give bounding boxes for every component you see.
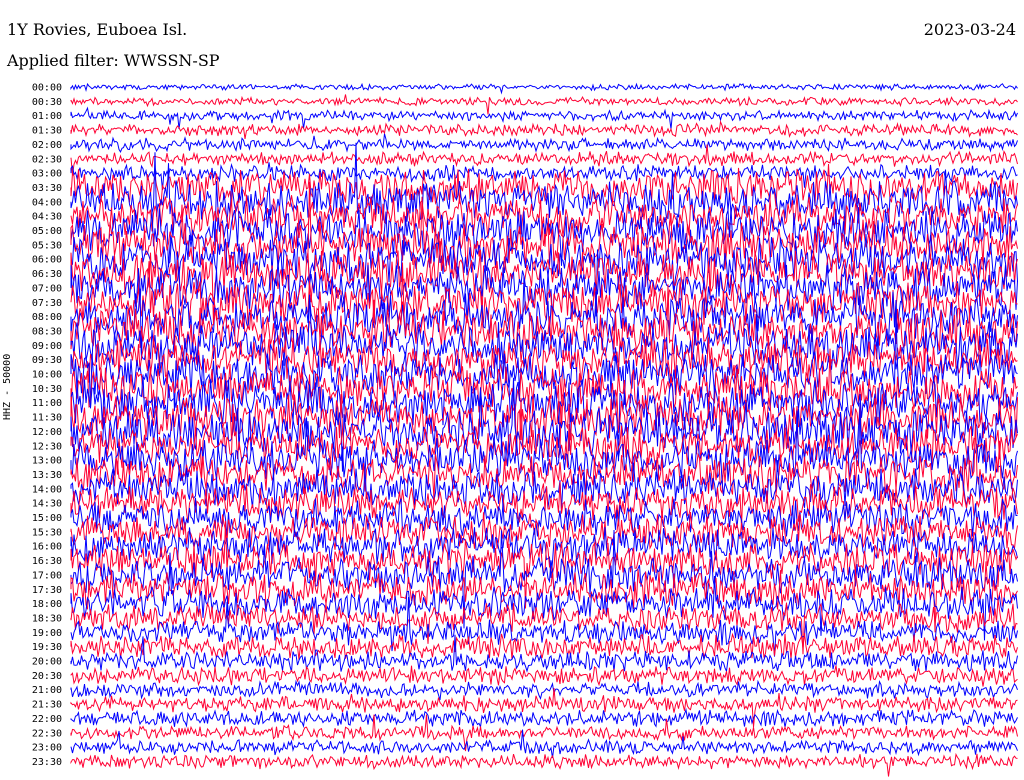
trace-row [70, 162, 1018, 191]
trace-row [70, 119, 1018, 139]
row-time-label: 21:30 [32, 700, 62, 711]
row-time-label: 00:00 [32, 83, 62, 94]
row-time-label: 17:30 [32, 585, 62, 596]
row-time-label: 09:30 [32, 355, 62, 366]
trace-row [70, 665, 1018, 687]
trace-row [70, 106, 1018, 130]
row-time-label: 21:00 [32, 685, 62, 696]
row-time-label: 20:30 [32, 671, 62, 682]
trace-row [70, 634, 1018, 674]
row-time-label: 19:30 [32, 642, 62, 653]
row-time-label: 18:30 [32, 613, 62, 624]
row-time-label: 11:30 [32, 413, 62, 424]
row-time-label: 07:30 [32, 298, 62, 309]
channel-label: HHZ - 50000 [2, 353, 13, 420]
station-title: 1Y Rovies, Euboea Isl. [7, 20, 188, 39]
row-time-label: 09:00 [32, 341, 62, 352]
row-time-label: 01:00 [32, 111, 62, 122]
row-time-label: 23:00 [32, 743, 62, 754]
row-time-label: 11:00 [32, 398, 62, 409]
row-time-label: 15:30 [32, 527, 62, 538]
row-time-label: 03:00 [32, 169, 62, 180]
trace-row [70, 729, 1018, 758]
row-time-label: 20:00 [32, 657, 62, 668]
trace-row [70, 133, 1018, 154]
row-time-label: 05:30 [32, 240, 62, 251]
row-time-label: 16:00 [32, 542, 62, 553]
filter-label: Applied filter: WWSSN-SP [7, 51, 220, 70]
row-time-label: 16:30 [32, 556, 62, 567]
row-time-label: 10:00 [32, 370, 62, 381]
row-time-label: 12:00 [32, 427, 62, 438]
row-time-label: 01:30 [32, 126, 62, 137]
trace-row [70, 82, 1018, 95]
row-time-label: 08:00 [32, 312, 62, 323]
row-time-label: 18:00 [32, 599, 62, 610]
row-time-label: 17:00 [32, 570, 62, 581]
row-time-label: 22:30 [32, 728, 62, 739]
row-time-label: 00:30 [32, 97, 62, 108]
row-time-label: 13:00 [32, 456, 62, 467]
row-time-label: 23:30 [32, 757, 62, 768]
trace-row [70, 752, 1018, 777]
trace-row [70, 94, 1018, 115]
helicorder-plot: 00:00 00:30 01:00 01:30 02:00 02:30 03:00 03:30… [32, 82, 1018, 777]
row-time-label: 14:30 [32, 499, 62, 510]
row-time-label: 14:00 [32, 484, 62, 495]
row-time-label: 15:00 [32, 513, 62, 524]
trace-row [70, 707, 1018, 729]
row-time-label: 10:30 [32, 384, 62, 395]
date-label: 2023-03-24 [923, 20, 1016, 39]
row-time-label: 13:30 [32, 470, 62, 481]
row-time-label: 02:30 [32, 154, 62, 165]
row-time-label: 04:00 [32, 197, 62, 208]
row-time-label: 02:00 [32, 140, 62, 151]
row-time-label: 05:00 [32, 226, 62, 237]
row-time-label: 22:00 [32, 714, 62, 725]
trace-row [70, 687, 1018, 728]
row-time-label: 06:30 [32, 269, 62, 280]
trace-row [70, 679, 1018, 701]
row-time-label: 08:30 [32, 326, 62, 337]
row-time-label: 12:30 [32, 441, 62, 452]
row-time-label: 19:00 [32, 628, 62, 639]
row-time-label: 06:00 [32, 255, 62, 266]
row-time-label: 04:30 [32, 212, 62, 223]
row-time-label: 03:30 [32, 183, 62, 194]
row-time-label: 07:00 [32, 283, 62, 294]
